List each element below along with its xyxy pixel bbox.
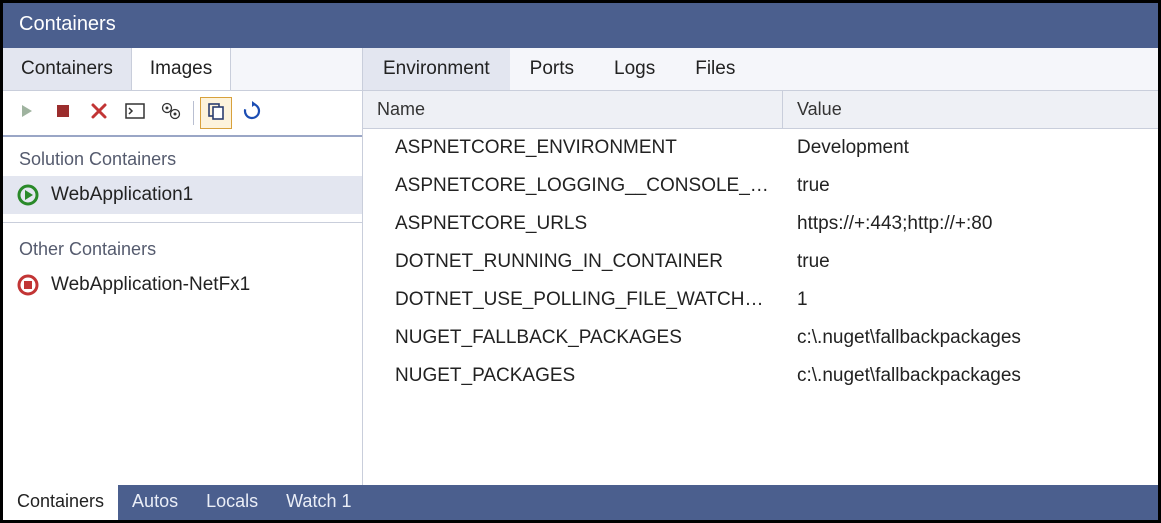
env-name: DOTNET_RUNNING_IN_CONTAINER — [363, 249, 783, 275]
container-item-webapplication-netfx1[interactable]: WebApplication-NetFx1 — [3, 266, 362, 304]
env-name: ASPNETCORE_LOGGING__CONSOLE__DISA... — [363, 173, 783, 199]
toolwin-tab-autos[interactable]: Autos — [118, 485, 192, 520]
env-grid-body: ASPNETCORE_ENVIRONMENT Development ASPNE… — [363, 129, 1158, 485]
remove-button[interactable] — [83, 97, 115, 129]
other-containers-label: Other Containers — [3, 227, 362, 266]
left-tabstrip: Containers Images — [3, 48, 362, 91]
terminal-icon — [125, 103, 145, 124]
stop-button[interactable] — [47, 97, 79, 129]
env-value: true — [783, 173, 1158, 199]
env-value: c:\.nuget\fallbackpackages — [783, 363, 1158, 389]
env-grid-header: Name Value — [363, 91, 1158, 129]
env-name: NUGET_FALLBACK_PACKAGES — [363, 325, 783, 351]
delete-icon — [90, 102, 108, 125]
env-value: 1 — [783, 287, 1158, 313]
toolwin-tab-locals[interactable]: Locals — [192, 485, 272, 520]
container-item-webapplication1[interactable]: WebApplication1 — [3, 176, 362, 214]
tab-ports[interactable]: Ports — [510, 48, 594, 90]
column-header-value[interactable]: Value — [783, 91, 1158, 128]
main-area: Containers Images — [3, 48, 1158, 485]
table-row[interactable]: ASPNETCORE_URLS https://+:443;http://+:8… — [363, 205, 1158, 243]
toolwin-tab-containers[interactable]: Containers — [3, 485, 118, 520]
play-icon — [19, 103, 35, 124]
section-divider — [3, 222, 362, 223]
detail-tabstrip: Environment Ports Logs Files — [363, 48, 1158, 91]
window-title: Containers — [3, 3, 1158, 48]
toolwin-tab-watch1[interactable]: Watch 1 — [272, 485, 365, 520]
column-header-name[interactable]: Name — [363, 91, 783, 128]
copy-button[interactable] — [200, 97, 232, 129]
stop-icon — [55, 103, 71, 124]
refresh-button[interactable] — [236, 97, 268, 129]
tab-images[interactable]: Images — [132, 48, 231, 90]
tab-containers[interactable]: Containers — [3, 48, 132, 90]
stopped-status-icon — [17, 274, 39, 296]
table-row[interactable]: ASPNETCORE_LOGGING__CONSOLE__DISA... tru… — [363, 167, 1158, 205]
tab-environment[interactable]: Environment — [363, 48, 510, 90]
env-value: c:\.nuget\fallbackpackages — [783, 325, 1158, 351]
toolbar-separator — [193, 101, 194, 125]
table-row[interactable]: NUGET_FALLBACK_PACKAGES c:\.nuget\fallba… — [363, 319, 1158, 357]
start-button[interactable] — [11, 97, 43, 129]
containers-tool-window: Containers Containers Images — [0, 0, 1161, 523]
left-pane: Containers Images — [3, 48, 363, 485]
open-terminal-button[interactable] — [119, 97, 151, 129]
table-row[interactable]: DOTNET_USE_POLLING_FILE_WATCHER 1 — [363, 281, 1158, 319]
settings-gear-icon — [161, 102, 181, 125]
env-value: true — [783, 249, 1158, 275]
solution-containers-label: Solution Containers — [3, 137, 362, 176]
table-row[interactable]: ASPNETCORE_ENVIRONMENT Development — [363, 129, 1158, 167]
tab-files[interactable]: Files — [675, 48, 755, 90]
env-name: DOTNET_USE_POLLING_FILE_WATCHER — [363, 287, 783, 313]
table-row[interactable]: DOTNET_RUNNING_IN_CONTAINER true — [363, 243, 1158, 281]
env-value: Development — [783, 135, 1158, 161]
container-name: WebApplication1 — [51, 184, 193, 206]
running-status-icon — [17, 184, 39, 206]
tab-logs[interactable]: Logs — [594, 48, 675, 90]
tool-window-tabstrip: Containers Autos Locals Watch 1 — [3, 485, 1158, 520]
right-pane: Environment Ports Logs Files Name Value … — [363, 48, 1158, 485]
container-name: WebApplication-NetFx1 — [51, 274, 250, 296]
refresh-icon — [242, 101, 262, 126]
compose-settings-button[interactable] — [155, 97, 187, 129]
env-value: https://+:443;http://+:80 — [783, 211, 1158, 237]
table-row[interactable]: NUGET_PACKAGES c:\.nuget\fallbackpackage… — [363, 357, 1158, 395]
containers-toolbar — [3, 91, 362, 137]
copy-icon — [206, 101, 226, 126]
env-name: ASPNETCORE_ENVIRONMENT — [363, 135, 783, 161]
env-name: NUGET_PACKAGES — [363, 363, 783, 389]
env-name: ASPNETCORE_URLS — [363, 211, 783, 237]
